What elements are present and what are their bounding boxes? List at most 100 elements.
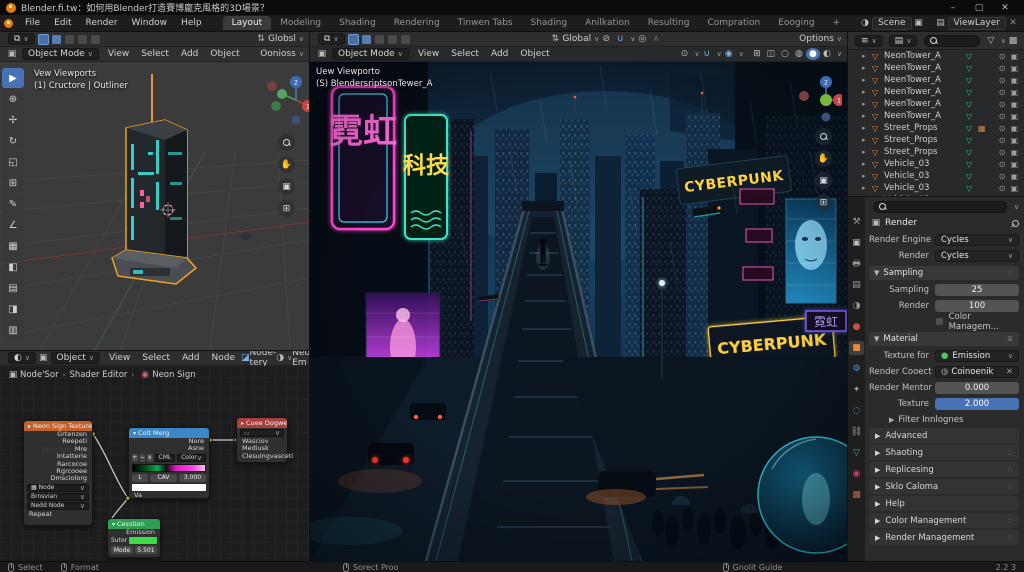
show-overlays-icon[interactable]: ⊞ bbox=[750, 48, 764, 60]
tab-world[interactable]: ● bbox=[849, 320, 864, 334]
outliner-row[interactable]: ▸▽Street_Props▽⊙▣ bbox=[848, 146, 1024, 158]
shading-wireframe-icon[interactable]: ○ bbox=[778, 48, 792, 60]
select-lasso-icon[interactable] bbox=[387, 34, 398, 45]
new-scene-icon[interactable]: ▣ bbox=[912, 17, 926, 29]
tool-scale[interactable]: ◱ bbox=[2, 152, 24, 172]
tab-modifiers[interactable]: ⚙ bbox=[849, 362, 864, 376]
snap-icon[interactable]: ⊘ bbox=[599, 33, 613, 45]
mode-dropdown[interactable]: Object Mode∨ bbox=[332, 48, 409, 60]
properties-search-input[interactable] bbox=[873, 201, 1007, 213]
outliner[interactable]: ≡∨ ▤∨ ▽ ∨ ▩ ▸▽NeonTower_A▽⊙▣ ▸▽NeenTower… bbox=[848, 32, 1024, 196]
outliner-search-input[interactable] bbox=[924, 35, 980, 47]
select-box-icon[interactable] bbox=[51, 34, 62, 45]
zoom-button[interactable] bbox=[815, 128, 832, 145]
hide-icon[interactable]: ⊙ bbox=[999, 148, 1006, 157]
menu-view[interactable]: View bbox=[103, 353, 136, 363]
ramp-options-button[interactable]: ∨ bbox=[147, 454, 153, 462]
pin-icon[interactable] bbox=[1010, 219, 1019, 228]
tab-material[interactable]: ◉ bbox=[849, 467, 864, 481]
section-sklo-caloma[interactable]: ▶Sklo Caloma∷ bbox=[869, 479, 1019, 494]
editor-type-dropdown[interactable]: ⧉∨ bbox=[8, 33, 35, 45]
menu-help[interactable]: Help bbox=[174, 16, 209, 30]
tool-select-tweak[interactable]: ▶ bbox=[2, 68, 24, 88]
node-dropdown[interactable]: Brnsvian∨ bbox=[27, 493, 89, 501]
render-visibility-icon[interactable]: ▣ bbox=[1010, 184, 1018, 193]
remove-viewlayer-icon[interactable]: ✕ bbox=[1006, 17, 1020, 29]
hide-icon[interactable]: ⊙ bbox=[999, 88, 1006, 97]
tab-physics[interactable]: ◌ bbox=[849, 404, 864, 418]
menu-add[interactable]: Add bbox=[485, 49, 514, 59]
menu-window[interactable]: Window bbox=[125, 16, 175, 30]
editor-type-dropdown[interactable]: ⧉∨ bbox=[318, 33, 345, 45]
workspace-tab-6[interactable]: Shading bbox=[522, 16, 577, 30]
blender-menu-icon[interactable] bbox=[4, 19, 13, 28]
section-sampling[interactable]: ▼ Sampling ∷ bbox=[869, 266, 1019, 280]
options-dropdown[interactable]: Oonioss bbox=[260, 49, 296, 59]
shading-rendered-icon[interactable]: ◐ bbox=[820, 48, 834, 60]
active-tool-icon[interactable] bbox=[348, 34, 359, 45]
outliner-row[interactable]: ▸▽NeenTower_A▽⊙▣ bbox=[848, 74, 1024, 86]
section-color-management[interactable]: ▶Color Management∷ bbox=[869, 513, 1019, 528]
minimize-button[interactable]: – bbox=[940, 3, 966, 13]
zoom-button[interactable] bbox=[278, 134, 295, 151]
filter-funnel-icon[interactable]: ▽ bbox=[984, 35, 998, 47]
maximize-button[interactable]: ▢ bbox=[966, 3, 992, 13]
outliner-row[interactable]: ▸▽NeonTower_A▽⊙▣ bbox=[848, 50, 1024, 62]
hide-icon[interactable]: ⊙ bbox=[999, 52, 1006, 61]
add-stop-button[interactable]: + bbox=[132, 454, 138, 462]
magnet-icon[interactable]: ∪ bbox=[613, 33, 627, 45]
editor-type-dropdown[interactable]: ◐∨ bbox=[8, 352, 36, 364]
select-lasso-icon[interactable] bbox=[77, 34, 88, 45]
ramp-index-field[interactable]: L bbox=[132, 474, 148, 482]
render-visibility-icon[interactable]: ▣ bbox=[1010, 136, 1018, 145]
viewlayer-selector[interactable]: ViewLayer bbox=[948, 17, 1006, 30]
proportional-edit-icon[interactable]: ◎ bbox=[635, 33, 649, 45]
outliner-row[interactable]: ▸▽NeenTower_A▽⊙▣ bbox=[848, 62, 1024, 74]
render-mentor-field[interactable]: 0.000 bbox=[935, 382, 1019, 394]
render-visibility-icon[interactable]: ▣ bbox=[1010, 76, 1018, 85]
menu-add[interactable]: Add bbox=[175, 49, 204, 59]
tab-constraints[interactable]: ⛓ bbox=[849, 425, 864, 439]
outliner-row[interactable]: ▸▽Street_Props▽▦⊙▣ bbox=[848, 122, 1024, 134]
section-advanced[interactable]: ▶Advanced bbox=[869, 428, 1019, 443]
menu-edit[interactable]: Edit bbox=[47, 16, 78, 30]
shader-editor[interactable]: ◐∨ ▣ Object∨ View Select Add Node ◪ Node… bbox=[0, 350, 310, 561]
outliner-settings-icon[interactable]: ▩ bbox=[1006, 35, 1020, 47]
outliner-row[interactable]: ▸▽Vehicle_03▽⊙▣ bbox=[848, 170, 1024, 182]
tab-object[interactable]: ■ bbox=[849, 341, 864, 355]
render-visibility-icon[interactable]: ▣ bbox=[1010, 124, 1018, 133]
outliner-row[interactable]: ▸▽Street_Props▽⊙▣ bbox=[848, 134, 1024, 146]
tab-viewlayer[interactable]: ▤ bbox=[849, 278, 864, 292]
workspace-tab-8[interactable]: Resulting bbox=[639, 16, 699, 30]
menu-node[interactable]: Node bbox=[206, 353, 242, 363]
pan-button[interactable]: ✋ bbox=[278, 156, 295, 173]
node-color-ramp[interactable]: ▾Colt Merg Nore Asne + − ∨ CML Color∨ L … bbox=[128, 427, 210, 499]
select-all-icon[interactable] bbox=[400, 34, 411, 45]
node-emission[interactable]: ▾Cesstion Emission Sutor Mode 5.501 bbox=[107, 518, 161, 558]
tab-texture[interactable]: ▩ bbox=[849, 488, 864, 502]
hide-icon[interactable]: ⊙ bbox=[999, 124, 1006, 133]
tool-add-cube[interactable]: ▦ bbox=[2, 236, 24, 256]
shading-material-icon[interactable]: ● bbox=[806, 48, 820, 60]
hide-icon[interactable]: ⊙ bbox=[999, 172, 1006, 181]
outliner-row[interactable]: ▸▽NeenTower_A▽⊙▣ bbox=[848, 110, 1024, 122]
color-ramp-gradient[interactable] bbox=[132, 464, 206, 472]
subsection-filter[interactable]: Filter Innlognes bbox=[898, 415, 963, 425]
outliner-filter-icon-dropdown[interactable]: ▤∨ bbox=[889, 35, 918, 47]
xray-icon[interactable]: ◫ bbox=[764, 48, 778, 60]
ramp-pos-label[interactable]: CAV bbox=[150, 474, 177, 482]
menu-object[interactable]: Object bbox=[514, 49, 555, 59]
proportional-icon[interactable]: ◉ bbox=[722, 48, 736, 60]
render-visibility-icon[interactable]: ▣ bbox=[1010, 64, 1018, 73]
outliner-row[interactable]: ▸▽NeenTower_A▽⊙▣ bbox=[848, 86, 1024, 98]
render-engine-dropdown[interactable]: Cycles∨ bbox=[935, 234, 1019, 246]
tool-extrude[interactable]: ◧ bbox=[2, 257, 24, 277]
hide-icon[interactable]: ⊙ bbox=[999, 136, 1006, 145]
workspace-tab-5[interactable]: Tinwen Tabs bbox=[449, 16, 522, 30]
node-title[interactable]: ▸Cuee Oogwe bbox=[237, 418, 287, 428]
tool-transform[interactable]: ⊞ bbox=[2, 173, 24, 193]
select-all-icon[interactable] bbox=[90, 34, 101, 45]
ramp-color-swatch[interactable] bbox=[132, 484, 206, 491]
pan-button[interactable]: ✋ bbox=[815, 150, 832, 167]
render-visibility-icon[interactable]: ▣ bbox=[1010, 172, 1018, 181]
